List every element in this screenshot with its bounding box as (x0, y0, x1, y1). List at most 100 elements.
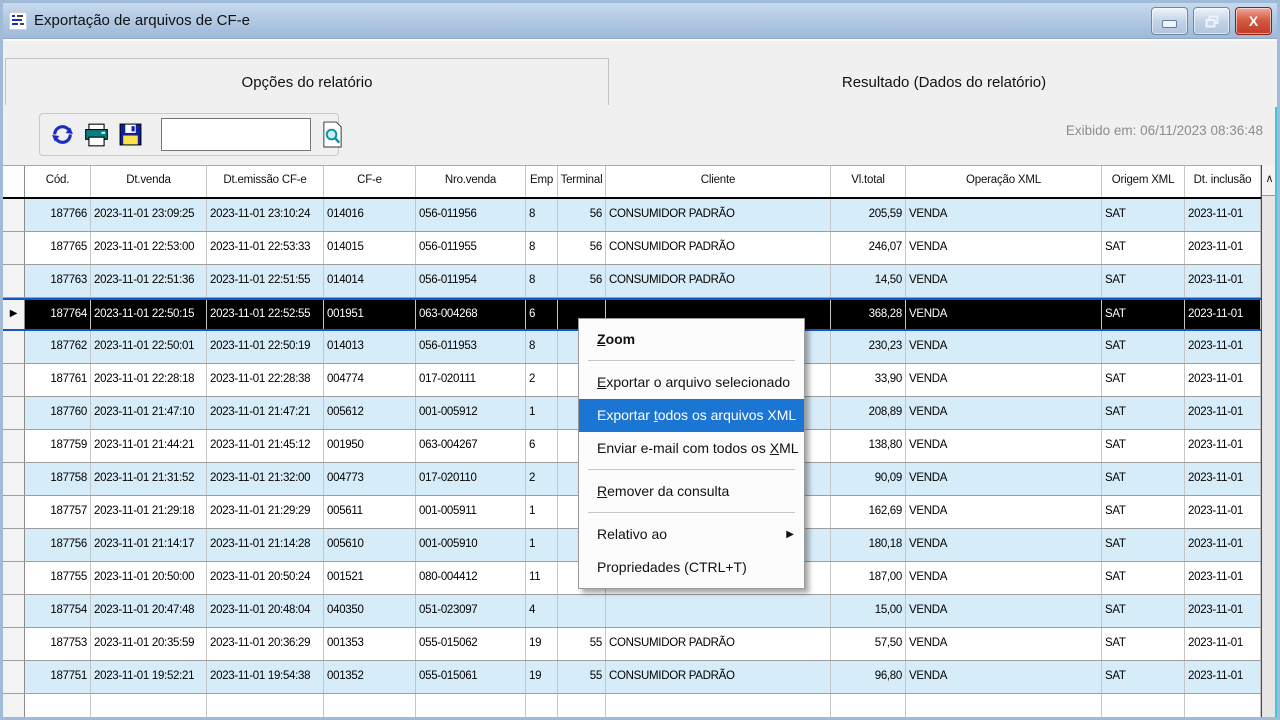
column-header[interactable]: Vl.total (831, 166, 906, 197)
tab-resultado[interactable]: Resultado (Dados do relatório) (613, 58, 1275, 106)
table-cell: VENDA (906, 562, 1102, 594)
titlebar[interactable]: Exportação de arquivos de CF-e X (3, 3, 1277, 39)
table-cell: 001-005911 (416, 496, 526, 528)
menu-item[interactable]: Enviar e-mail com todos os XML (579, 432, 804, 465)
table-cell: 2023-11-01 (1185, 232, 1261, 264)
table-cell: 2023-11-01 22:50:01 (91, 331, 207, 363)
table-cell: 001352 (324, 661, 416, 693)
table-cell: 187755 (25, 562, 91, 594)
table-cell (1185, 694, 1261, 717)
column-header[interactable]: Cód. (25, 166, 91, 197)
column-header[interactable]: Dt. inclusão (1185, 166, 1261, 197)
tab-opcoes-relatorio[interactable]: Opções do relatório (5, 58, 609, 106)
print-button[interactable] (83, 122, 110, 148)
table-cell: 2023-11-01 22:50:19 (207, 331, 324, 363)
table-cell: 56 (558, 232, 606, 264)
table-cell: 187756 (25, 529, 91, 561)
refresh-button[interactable] (50, 122, 75, 147)
table-cell: 2 (526, 364, 558, 396)
column-header[interactable]: Emp (526, 166, 558, 197)
menu-item[interactable]: Exportar o arquivo selecionado (579, 366, 804, 399)
table-row[interactable]: 1877512023-11-01 19:52:212023-11-01 19:5… (3, 661, 1261, 694)
table-cell: 56 (558, 199, 606, 231)
table-cell: 2023-11-01 (1185, 331, 1261, 363)
table-row[interactable]: 1877652023-11-01 22:53:002023-11-01 22:5… (3, 232, 1261, 265)
table-cell: 187760 (25, 397, 91, 429)
table-cell: CONSUMIDOR PADRÃO (606, 199, 831, 231)
table-cell: 2023-11-01 (1185, 562, 1261, 594)
table-cell: 55 (558, 661, 606, 693)
table-cell: 55 (558, 628, 606, 660)
row-indicator-cell (3, 496, 25, 528)
column-header[interactable]: Cliente (606, 166, 831, 197)
table-cell: 187764 (25, 300, 91, 329)
table-cell: 2023-11-01 21:14:17 (91, 529, 207, 561)
table-cell: 063-004267 (416, 430, 526, 462)
menu-item[interactable]: Relativo ao▶ (579, 518, 804, 551)
row-indicator-cell (3, 628, 25, 660)
column-header[interactable]: CF-e (324, 166, 416, 197)
table-cell: 187761 (25, 364, 91, 396)
menu-item[interactable]: Propriedades (CTRL+T) (579, 551, 804, 584)
table-cell: 8 (526, 331, 558, 363)
table-cell: 014015 (324, 232, 416, 264)
tab-label: Resultado (Dados do relatório) (842, 74, 1046, 91)
table-row[interactable]: 1877632023-11-01 22:51:362023-11-01 22:5… (3, 265, 1261, 298)
column-header[interactable]: Terminal (558, 166, 606, 197)
close-button[interactable]: X (1235, 7, 1272, 35)
table-cell: 2023-11-01 (1185, 397, 1261, 429)
table-cell: SAT (1102, 562, 1185, 594)
table-cell: VENDA (906, 300, 1102, 329)
save-icon (118, 122, 143, 147)
table-cell: 96,80 (831, 661, 906, 693)
menu-item[interactable]: Exportar todos os arquivos XML (579, 399, 804, 432)
table-cell: 2023-11-01 21:47:21 (207, 397, 324, 429)
table-cell: CONSUMIDOR PADRÃO (606, 265, 831, 297)
table-cell: 2023-11-01 22:51:55 (207, 265, 324, 297)
table-cell: 001-005912 (416, 397, 526, 429)
table-row[interactable]: 1877542023-11-01 20:47:482023-11-01 20:4… (3, 595, 1261, 628)
table-row[interactable]: 1877662023-11-01 23:09:252023-11-01 23:1… (3, 199, 1261, 232)
preview-button[interactable] (321, 121, 344, 148)
table-cell: 2023-11-01 (1185, 595, 1261, 627)
table-cell: CONSUMIDOR PADRÃO (606, 232, 831, 264)
table-cell: VENDA (906, 331, 1102, 363)
column-header[interactable]: Dt.venda (91, 166, 207, 197)
table-cell: 33,90 (831, 364, 906, 396)
column-header[interactable]: Operação XML (906, 166, 1102, 197)
toolbar-group (39, 113, 339, 156)
table-cell: 001-005910 (416, 529, 526, 561)
column-header[interactable]: Origem XML (1102, 166, 1185, 197)
table-cell: 2023-11-01 23:10:24 (207, 199, 324, 231)
menu-item[interactable]: Zoom (579, 323, 804, 356)
save-button[interactable] (118, 122, 143, 147)
table-cell: VENDA (906, 496, 1102, 528)
table-cell: 162,69 (831, 496, 906, 528)
table-cell: 2023-11-01 (1185, 430, 1261, 462)
table-cell: 8 (526, 265, 558, 297)
filter-input[interactable] (161, 118, 311, 151)
menu-separator (588, 469, 795, 470)
table-cell: 205,59 (831, 199, 906, 231)
column-header[interactable]: Dt.emissão CF-e (207, 166, 324, 197)
window-border-accent (1275, 107, 1277, 717)
row-indicator-cell (3, 529, 25, 561)
table-cell: 017-020110 (416, 463, 526, 495)
table-cell: 2023-11-01 (1185, 463, 1261, 495)
row-indicator-cell (3, 430, 25, 462)
table-cell: SAT (1102, 430, 1185, 462)
table-cell: 57,50 (831, 628, 906, 660)
restore-button[interactable] (1193, 7, 1230, 35)
table-cell: SAT (1102, 232, 1185, 264)
table-cell: 2023-11-01 20:50:00 (91, 562, 207, 594)
table-cell: 2023-11-01 21:45:12 (207, 430, 324, 462)
table-cell (324, 694, 416, 717)
row-indicator-cell (3, 463, 25, 495)
minimize-button[interactable] (1151, 7, 1188, 35)
column-header[interactable]: Nro.venda (416, 166, 526, 197)
menu-item[interactable]: Remover da consulta (579, 475, 804, 508)
row-indicator-header[interactable] (3, 166, 25, 197)
table-row[interactable]: 1877532023-11-01 20:35:592023-11-01 20:3… (3, 628, 1261, 661)
table-cell: 6 (526, 430, 558, 462)
table-cell: 2023-11-01 (1185, 529, 1261, 561)
